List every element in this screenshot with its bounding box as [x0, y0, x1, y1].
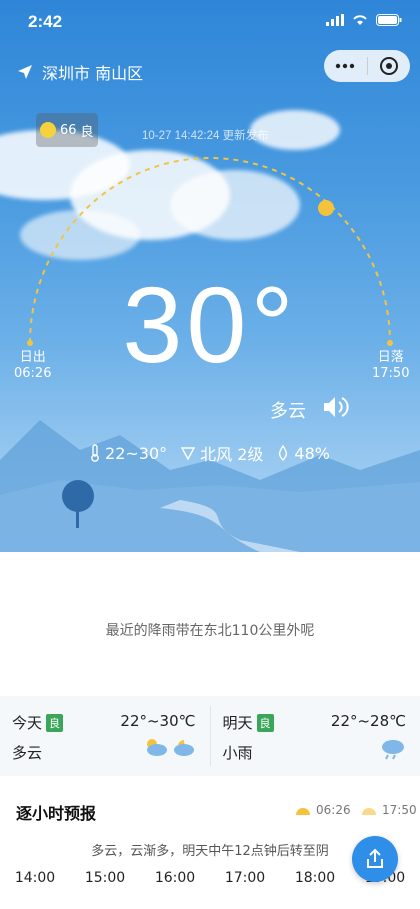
- two-day-forecast: 今天 良 22°~30℃ 多云 明天 良 22°~28℃ 小雨: [0, 696, 420, 776]
- hourly-sunset: 17:50: [382, 803, 417, 817]
- forecast-condition: 多云: [12, 744, 43, 762]
- aqi-badge-small: 良: [256, 713, 274, 732]
- share-button[interactable]: [352, 836, 398, 882]
- weather-hero: 2:42 深圳市 南山区 66 良 10-27 14:42:24 更新发布 日出…: [0, 0, 420, 552]
- sun-position-icon: [318, 200, 334, 216]
- light-rain-icon: [382, 740, 404, 760]
- aqi-badge-small: 良: [46, 713, 64, 732]
- partly-cloudy-icon: [146, 739, 167, 756]
- sunrise-icon: [296, 808, 310, 815]
- partly-cloudy-night-icon: [173, 740, 194, 756]
- forecast-range: 22°~28℃: [330, 712, 406, 730]
- forecast-tomorrow[interactable]: 明天 良 22°~28℃ 小雨: [211, 696, 420, 776]
- hour-label: 16:00: [154, 870, 196, 886]
- thermometer-icon: [91, 444, 99, 462]
- rain-message[interactable]: 最近的降雨带在东北110公里外呢: [0, 620, 420, 640]
- hour-label: 18:00: [294, 870, 336, 886]
- humidity-value: 48%: [294, 443, 330, 463]
- hourly-sunrise: 06:26: [316, 803, 351, 817]
- forecast-day: 明天: [222, 714, 253, 732]
- voice-broadcast-button[interactable]: [322, 394, 350, 424]
- sunset-icon: [362, 808, 376, 815]
- humidity-drop-icon: [279, 445, 288, 461]
- temp-range: 22~30°: [105, 443, 168, 463]
- hour-label: 17:00: [224, 870, 266, 886]
- hourly-forecast-title: 逐小时预报: [16, 804, 97, 823]
- current-temperature: 30°: [122, 264, 298, 385]
- forecast-today[interactable]: 今天 良 22°~30℃ 多云: [0, 696, 210, 776]
- forecast-condition: 小雨: [222, 744, 253, 762]
- hour-label: 14:00: [14, 870, 56, 886]
- weather-details: 22~30° 北风 2级 48%: [0, 441, 420, 465]
- forecast-range: 22°~30℃: [120, 712, 196, 730]
- wind-direction-icon: [181, 447, 196, 460]
- forecast-day: 今天: [12, 714, 43, 732]
- hour-label: 15:00: [84, 870, 126, 886]
- current-condition: 多云: [270, 401, 306, 422]
- wind-info: 北风 2级: [200, 445, 264, 464]
- share-icon: [367, 848, 383, 868]
- speaker-icon: [324, 397, 349, 417]
